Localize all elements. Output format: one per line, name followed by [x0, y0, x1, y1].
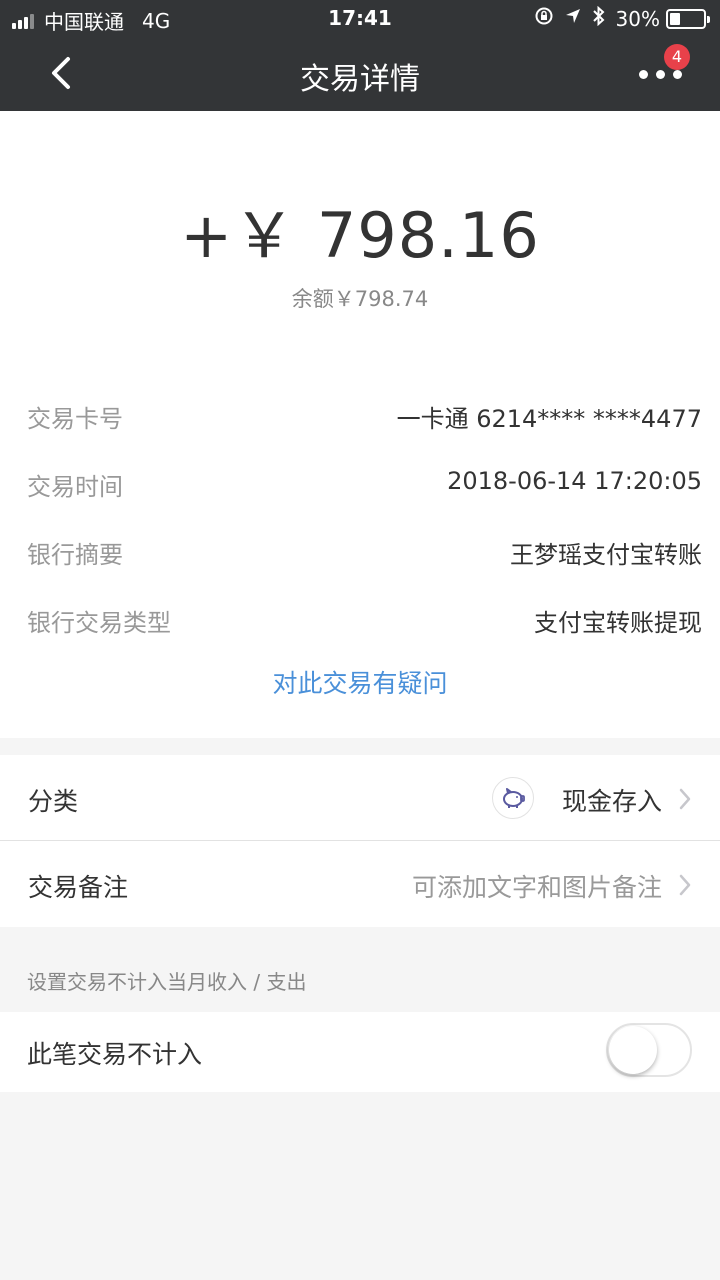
- more-button[interactable]: 4: [630, 44, 690, 98]
- bluetooth-icon: [592, 5, 606, 31]
- nav-bar: 交易详情 4: [0, 36, 720, 111]
- note-placeholder: 可添加文字和图片备注: [411, 873, 662, 902]
- note-label: 交易备注: [28, 873, 129, 902]
- settings-list: 分类 现金存入 交易备注 可添加文字和图片备注: [0, 755, 720, 927]
- orientation-lock-icon: [534, 6, 554, 31]
- top-bar: 中国联通 4G 17:41 30% 交易详情 4: [0, 0, 720, 111]
- exclude-label: 此笔交易不计入: [27, 1040, 203, 1069]
- detail-label: 银行交易类型: [27, 609, 171, 637]
- exclude-toggle[interactable]: [606, 1023, 692, 1077]
- detail-label: 交易卡号: [27, 405, 123, 433]
- toggle-knob: [609, 1026, 657, 1074]
- category-item[interactable]: 分类 现金存入: [0, 755, 720, 841]
- detail-row-time: 交易时间 2018-06-14 17:20:05: [0, 467, 720, 507]
- detail-row-card-number: 交易卡号 一卡通 6214**** ****4477: [0, 399, 720, 439]
- battery-icon: [666, 8, 710, 29]
- question-link[interactable]: 对此交易有疑问: [0, 664, 720, 700]
- detail-row-type: 银行交易类型 支付宝转账提现: [0, 603, 720, 643]
- location-icon: [564, 7, 582, 30]
- chevron-right-icon: [679, 788, 691, 810]
- exclude-row: 此笔交易不计入: [0, 1012, 720, 1092]
- detail-value: 支付宝转账提现: [534, 609, 702, 637]
- status-bar: 中国联通 4G 17:41 30%: [0, 0, 720, 36]
- transaction-card: +￥ 798.16 余额￥798.74 交易卡号 一卡通 6214**** **…: [0, 111, 720, 738]
- category-value: 现金存入: [561, 787, 662, 816]
- detail-value: 2018-06-14 17:20:05: [447, 467, 702, 495]
- page-title: 交易详情: [300, 62, 420, 97]
- chevron-right-icon: [679, 874, 691, 896]
- detail-value: 一卡通 6214**** ****4477: [396, 405, 702, 433]
- account-balance: 余额￥798.74: [291, 287, 429, 311]
- transaction-amount: +￥ 798.16: [180, 199, 540, 272]
- note-item[interactable]: 交易备注 可添加文字和图片备注: [0, 841, 720, 927]
- detail-value: 王梦瑶支付宝转账: [510, 541, 702, 569]
- exclude-section-label: 设置交易不计入当月收入 / 支出: [27, 970, 307, 994]
- notification-badge: 4: [664, 44, 690, 70]
- detail-row-summary: 银行摘要 王梦瑶支付宝转账: [0, 535, 720, 575]
- piggy-bank-icon: [492, 777, 534, 819]
- detail-label: 银行摘要: [27, 541, 123, 569]
- category-label: 分类: [28, 787, 79, 816]
- battery-percent: 30%: [615, 6, 660, 31]
- more-dots-icon: [635, 69, 686, 79]
- detail-label: 交易时间: [27, 473, 123, 501]
